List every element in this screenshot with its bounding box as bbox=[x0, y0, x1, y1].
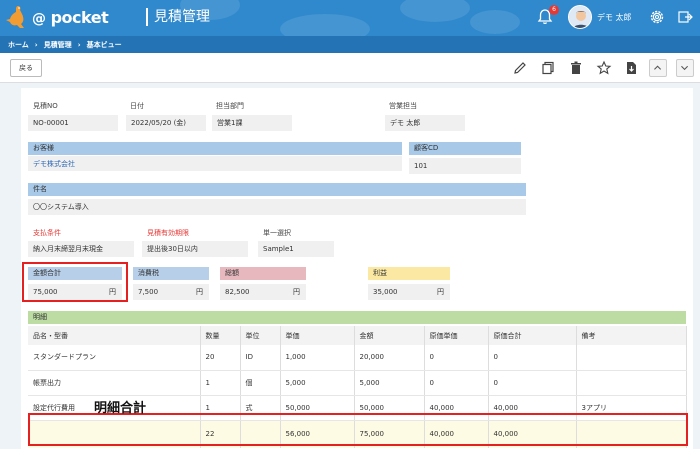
subject-header: 件名 bbox=[28, 183, 526, 196]
table-row: 帳票出力 1 個 5,000 5,000 0 0 bbox=[28, 370, 687, 396]
date-label: 日付 bbox=[130, 102, 144, 110]
customer-link[interactable]: デモ株式会社 bbox=[28, 156, 402, 171]
column-header: 品名・型番 bbox=[28, 326, 201, 345]
column-header: 金額 bbox=[354, 326, 425, 345]
payment-terms-value: 納入月末締翌月末現金 bbox=[28, 241, 134, 257]
tax-value: 7,500 円 bbox=[133, 284, 209, 300]
app-logo[interactable]: @ pocket bbox=[4, 4, 109, 30]
table-cell: 5,000 bbox=[354, 370, 425, 396]
table-cell: 20 bbox=[200, 345, 241, 371]
chevron-down-icon bbox=[681, 65, 689, 71]
single-select-value: Sample1 bbox=[258, 241, 334, 257]
trash-icon[interactable] bbox=[568, 60, 584, 76]
header-decoration bbox=[400, 0, 470, 22]
table-cell: ID bbox=[240, 345, 281, 371]
detail-total-callout: 明細合計 bbox=[94, 401, 147, 416]
logout-icon[interactable] bbox=[676, 8, 694, 26]
logo-text: pocket bbox=[50, 7, 109, 27]
breadcrumb-chevron-icon: › bbox=[34, 40, 38, 49]
header-decoration bbox=[280, 14, 370, 36]
customer-header: お客様 bbox=[28, 142, 402, 155]
profit-number: 35,000 bbox=[373, 288, 398, 296]
table-cell: 20,000 bbox=[354, 345, 425, 371]
table-cell: 1 bbox=[200, 370, 241, 396]
table-row: スタンダードプラン 20 ID 1,000 20,000 0 0 bbox=[28, 345, 687, 371]
table-cell: 個 bbox=[240, 370, 281, 396]
chevron-up-icon bbox=[654, 65, 662, 70]
payment-terms-label: 支払条件 bbox=[33, 229, 61, 237]
table-cell: 0 bbox=[488, 345, 577, 371]
column-header: 数量 bbox=[200, 326, 241, 345]
person-avatar-icon bbox=[569, 6, 591, 28]
pencil-edit-icon[interactable] bbox=[512, 60, 528, 76]
table-cell: 0 bbox=[424, 370, 489, 396]
next-record-button[interactable] bbox=[676, 59, 694, 77]
column-header: 備考 bbox=[576, 326, 687, 345]
grand-total-unit: 円 bbox=[293, 288, 300, 296]
breadcrumb-view[interactable]: 基本ビュー bbox=[87, 40, 122, 50]
back-button[interactable]: 戻る bbox=[10, 59, 42, 77]
breadcrumb: ホーム › 見積管理 › 基本ビュー bbox=[0, 36, 700, 53]
validity-label: 見積有効期限 bbox=[147, 229, 189, 237]
department-value: 営業1課 bbox=[212, 115, 292, 131]
tax-unit: 円 bbox=[196, 288, 203, 296]
department-label: 担当部門 bbox=[216, 102, 244, 110]
grand-total-value: 82,500 円 bbox=[220, 284, 306, 300]
profit-header: 利益 bbox=[368, 267, 450, 280]
customer-cd-value: 101 bbox=[409, 158, 521, 174]
breadcrumb-home[interactable]: ホーム bbox=[8, 40, 29, 50]
tax-header: 消費税 bbox=[133, 267, 209, 280]
quote-no-label: 見積NO bbox=[33, 102, 58, 110]
table-cell: 帳票出力 bbox=[28, 370, 201, 396]
quote-no-value: NO-00001 bbox=[28, 115, 118, 131]
column-header: 単位 bbox=[240, 326, 281, 345]
gear-icon[interactable] bbox=[648, 8, 666, 26]
profit-value: 35,000 円 bbox=[368, 284, 450, 300]
kangaroo-logo-icon bbox=[6, 6, 24, 28]
subject-value: 〇〇システム導入 bbox=[28, 199, 526, 215]
detail-header: 明細 bbox=[28, 311, 686, 324]
profit-unit: 円 bbox=[437, 288, 444, 296]
copy-icon[interactable] bbox=[540, 60, 556, 76]
sales-staff-value: デモ 太郎 bbox=[385, 115, 465, 131]
app-header: @ pocket 見積管理 6 デモ 太郎 bbox=[0, 0, 700, 36]
tax-number: 7,500 bbox=[138, 288, 159, 296]
star-icon[interactable] bbox=[596, 60, 612, 76]
sales-staff-label: 営業担当 bbox=[389, 102, 417, 110]
table-cell: 5,000 bbox=[280, 370, 355, 396]
date-value: 2022/05/20 (金) bbox=[126, 115, 206, 131]
grand-total-header: 総額 bbox=[220, 267, 306, 280]
user-avatar[interactable] bbox=[568, 5, 592, 29]
table-cell: スタンダードプラン bbox=[28, 345, 201, 371]
app-title: 見積管理 bbox=[146, 8, 210, 26]
grand-total-number: 82,500 bbox=[225, 288, 250, 296]
header-decoration bbox=[470, 10, 520, 34]
table-cell bbox=[576, 345, 687, 371]
table-cell bbox=[576, 370, 687, 396]
validity-value: 提出後30日以内 bbox=[142, 241, 248, 257]
customer-cd-header: 顧客CD bbox=[409, 142, 521, 155]
detail-table-header-row: 品名・型番 数量 単位 単価 金額 原価単価 原価合計 備考 bbox=[28, 326, 687, 345]
table-cell: 1,000 bbox=[280, 345, 355, 371]
record-toolbar: 戻る bbox=[0, 53, 700, 83]
logo-at: @ bbox=[32, 10, 46, 27]
notification-badge: 6 bbox=[549, 5, 559, 15]
detail-total-highlight bbox=[28, 413, 688, 446]
user-name[interactable]: デモ 太郎 bbox=[597, 12, 632, 23]
table-cell: 0 bbox=[488, 370, 577, 396]
breadcrumb-chevron-icon: › bbox=[77, 40, 81, 49]
prev-record-button[interactable] bbox=[649, 59, 667, 77]
column-header: 原価単価 bbox=[424, 326, 489, 345]
amount-total-highlight bbox=[22, 262, 128, 302]
single-select-label: 単一選択 bbox=[263, 229, 291, 237]
column-header: 単価 bbox=[280, 326, 355, 345]
download-file-icon[interactable] bbox=[623, 60, 639, 76]
breadcrumb-app[interactable]: 見積管理 bbox=[44, 40, 72, 50]
table-cell: 0 bbox=[424, 345, 489, 371]
column-header: 原価合計 bbox=[488, 326, 577, 345]
